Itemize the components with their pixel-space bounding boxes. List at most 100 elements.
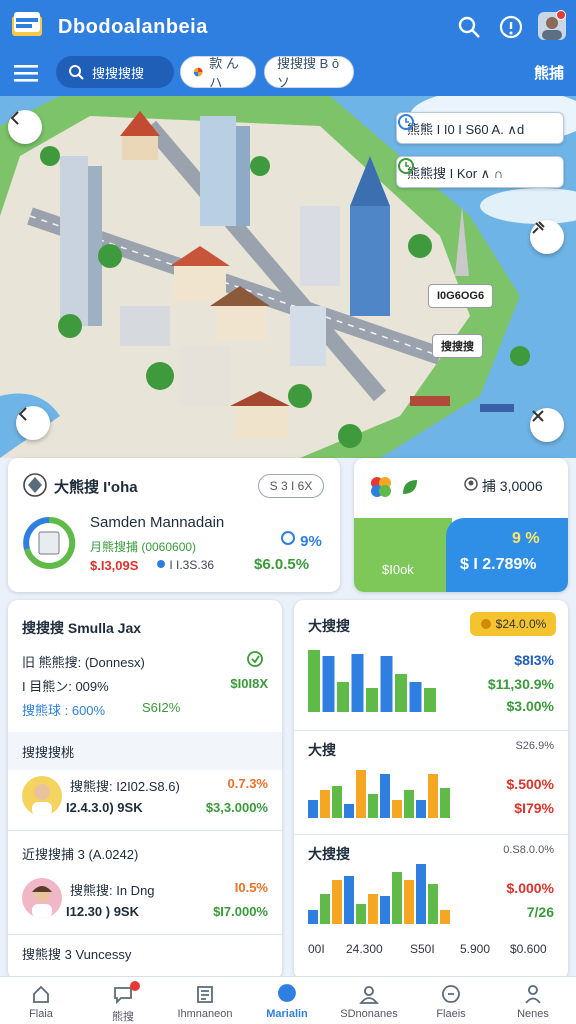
- stat-card[interactable]: 捕 3,0006 $I0ok 9 % $ I 2.789%: [354, 458, 568, 592]
- app-logo-icon: [12, 12, 42, 36]
- close-icon: [532, 410, 544, 422]
- map-icon: [278, 984, 296, 1002]
- list-row-2-value: $I0I8X: [230, 676, 268, 691]
- map-tool-button[interactable]: [530, 220, 564, 254]
- chart-2-bar: [320, 790, 330, 818]
- list-row-3: 搜熊球 : 600%: [22, 703, 106, 718]
- leaf-icon: [403, 480, 417, 494]
- menu-icon[interactable]: [12, 60, 40, 86]
- person-icon: [359, 986, 379, 1004]
- manager-card[interactable]: 大熊搜 I'oha S 3 I 6X Samden Mannadain 月熊搜捕…: [8, 458, 340, 592]
- chart-1-bar: [351, 654, 364, 712]
- finance-icon: [442, 985, 460, 1003]
- map-info-tag-1[interactable]: 熊熊 I I0 I S60 A. ∧d: [396, 112, 564, 144]
- chart-1-bar: [380, 656, 393, 712]
- list-section-3-title: 搜熊搜 3 Vuncessy: [22, 947, 132, 962]
- stat-value-text: 捕 3,0006: [481, 478, 543, 494]
- person-1-value-1: 0.7.3%: [227, 776, 268, 791]
- stat-blue-panel: 9 % $ I 2.789%: [446, 518, 568, 592]
- chart-3-bar: [380, 896, 390, 924]
- user-circle-icon: [464, 477, 478, 491]
- bottom-nav-nenes[interactable]: Nenes: [492, 977, 574, 1024]
- person-avatar-1[interactable]: [22, 776, 62, 816]
- bottom-nav-label: Nenes: [517, 1008, 549, 1020]
- progress-ring-icon: [23, 516, 76, 569]
- manager-value-b: I I.3S.36: [156, 558, 214, 572]
- bottom-nav-label: Marialin: [266, 1008, 308, 1020]
- filter-chip-1-label: 款 ん ハ: [209, 56, 239, 90]
- chart-3-bar: [392, 872, 402, 924]
- person-1-value-2: $3,3.000%: [205, 800, 268, 815]
- search-pill-label: 搜搜搜搜: [92, 65, 145, 81]
- person-avatar-2[interactable]: [22, 878, 62, 918]
- chevron-left-icon: [18, 407, 27, 421]
- chart-2-bar: [440, 788, 450, 818]
- chart-2-bar: [356, 770, 366, 818]
- bottom-nav-label: Flaeis: [436, 1008, 466, 1020]
- chart-3-bar: [332, 880, 342, 924]
- app-title: Dbodoalanbeia: [58, 16, 208, 38]
- chart-1-bar: [424, 688, 436, 712]
- bottom-nav--[interactable]: 熊搜: [82, 977, 164, 1024]
- list-row-2: I 目熊ン: 009%: [22, 679, 109, 694]
- chart-3-bar: [308, 910, 318, 924]
- notification-badge: [130, 981, 140, 991]
- map-close-button[interactable]: [530, 408, 564, 442]
- chart-footer-label: S50I: [410, 942, 435, 956]
- stat-blue-value: $ I 2.789%: [460, 556, 537, 573]
- gauge-icon: [247, 651, 263, 667]
- person-2-value-1: I0.5%: [234, 880, 268, 895]
- map-back-button[interactable]: [8, 110, 42, 144]
- chart-1-bar: [337, 682, 349, 712]
- list-section-label: 搜搜搜桃: [22, 745, 75, 760]
- chart-3-bar: [416, 864, 426, 924]
- manager-card-title: 大熊搜 I'oha: [54, 479, 138, 496]
- bottom-nav-marialin[interactable]: Marialin: [246, 977, 328, 1024]
- chart-2-bar: [308, 800, 318, 818]
- bottom-nav: Flaia 熊搜 Ihmnaneon Marialin SDnonanes Flaeis N…: [0, 976, 576, 1024]
- bottom-nav-sdnonanes[interactable]: SDnonanes: [328, 977, 410, 1024]
- chart-1-bar: [322, 656, 335, 712]
- filter-chip-2[interactable]: 搜搜搜 B ō ソ: [264, 56, 354, 90]
- filter-chip-2-label: 搜搜搜 B ō ソ: [277, 56, 340, 90]
- chart-footer-label: 00I: [308, 942, 325, 956]
- bottom-nav-flaeis[interactable]: Flaeis: [410, 977, 492, 1024]
- nav-right-label[interactable]: 熊捕: [534, 62, 564, 83]
- stat-blue-pct: 9 %: [512, 530, 540, 547]
- list-section-band: 搜搜搜桃: [8, 732, 282, 770]
- manager-value-a: $.I3,09S: [90, 558, 139, 573]
- city-map[interactable]: 熊熊 I I0 I S60 A. ∧d 熊熊搜 I Kor ∧ ∩ I0G6OG…: [0, 96, 576, 458]
- map-poi-label-2[interactable]: 搜搜搜: [432, 334, 483, 358]
- chart-2-bar: [380, 774, 390, 818]
- bottom-nav-ihmnaneon[interactable]: Ihmnaneon: [164, 977, 246, 1024]
- manager-card-badge[interactable]: S 3 I 6X: [258, 474, 324, 498]
- stat-card-icons: [368, 474, 420, 500]
- filter-chip-1[interactable]: 款 ん ハ: [180, 56, 256, 90]
- search-pill-button[interactable]: 搜搜搜搜: [56, 56, 174, 88]
- map-poi-label-1[interactable]: I0G6OG6: [428, 284, 494, 308]
- search-icon[interactable]: [456, 14, 482, 40]
- home-icon: [33, 985, 49, 1003]
- chart-2-bar: [332, 786, 342, 818]
- stat-green-panel: $I0ok: [354, 518, 452, 592]
- manager-amount: $6.0.5%: [254, 556, 310, 573]
- list-row-3-mid: S6I2%: [142, 700, 181, 715]
- person-2-value-2: $I7.000%: [213, 904, 268, 919]
- divider: [8, 830, 282, 831]
- help-icon[interactable]: [498, 14, 524, 40]
- chart-footer-label: 24.300: [346, 942, 383, 956]
- pin-tool-icon: [532, 221, 545, 234]
- bottom-nav-label: SDnonanes: [340, 1008, 398, 1020]
- map-info-tag-2-label: 熊熊搜 I Kor ∧ ∩: [407, 165, 504, 181]
- flower-icon: [371, 477, 391, 497]
- profile-icon: [525, 985, 541, 1004]
- chart-3-bar: [368, 894, 378, 924]
- map-info-tag-2[interactable]: 熊熊搜 I Kor ∧ ∩: [396, 156, 564, 188]
- bottom-nav-label: Ihmnaneon: [177, 1008, 233, 1020]
- person-1-line-2: I2.4.3.0) 9SK: [66, 800, 143, 815]
- bottom-nav-flaia[interactable]: Flaia: [0, 977, 82, 1024]
- map-prev-button[interactable]: [16, 406, 50, 440]
- chart-footer-label: $0.600: [510, 942, 547, 956]
- seal-icon: [23, 473, 47, 497]
- chart-3-bar: [440, 910, 450, 924]
